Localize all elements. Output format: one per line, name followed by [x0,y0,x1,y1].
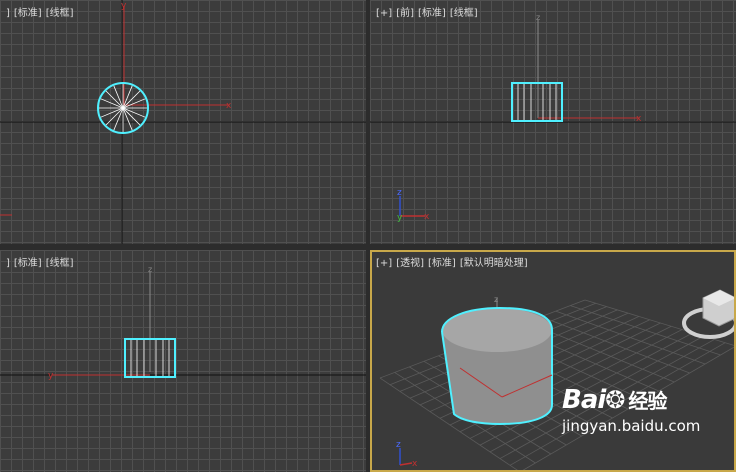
watermark-brand2: 经验 [628,389,667,413]
tripod-x-label: x [424,212,430,222]
top-label-1[interactable]: [标准] [14,8,42,19]
persp-label-3[interactable]: [默认明暗处理] [460,258,528,269]
gizmo-z-label: z [494,295,498,304]
watermark-brand: Bai [562,385,606,415]
persp-label-2[interactable]: [标准] [428,258,456,269]
gizmo-x-label: x [226,101,232,111]
persp-label-1[interactable]: [透视] [396,258,424,269]
gizmo-x-label: x [636,114,642,124]
tripod-y-label: y [397,213,403,223]
watermark-url: jingyan.baidu.com [562,417,701,435]
viewport-perspective-label: [+] [透视] [标准] [默认明暗处理] [376,254,532,269]
top-label-2[interactable]: [线框] [46,8,74,19]
viewport-top-label: ] [标准] [线框] [6,4,78,19]
persp-label-0[interactable]: [+] [376,258,392,269]
tripod-z-label: z [396,440,401,450]
paw-icon: ❂ [605,386,625,414]
gizmo-z-label: z [536,13,540,22]
front-label-0[interactable]: [+] [376,8,392,19]
left-label-1[interactable]: [标准] [14,258,42,269]
left-label-0[interactable]: ] [6,258,10,269]
tripod-x-label: x [412,459,418,469]
front-label-1[interactable]: [前] [396,8,414,19]
cylinder-top-view[interactable] [97,82,149,134]
top-label-0[interactable]: ] [6,8,10,19]
viewcube[interactable] [682,289,736,339]
gizmo-y-label: y [48,371,54,381]
cylinder-perspective[interactable] [441,306,553,426]
viewport-left[interactable]: z y ] [标准] [线框] [0,250,366,472]
axis-tripod: z y x [397,188,430,223]
left-label-2[interactable]: [线框] [46,258,74,269]
viewport-top[interactable]: x y ] [标准] [线框] [0,0,366,244]
viewport-front-label: [+] [前] [标准] [线框] [376,4,482,19]
baidu-watermark: Bai❂ 经验 jingyan.baidu.com [562,385,732,465]
viewport-left-label: ] [标准] [线框] [6,254,78,269]
gizmo-y-label: y [121,1,127,11]
front-label-2[interactable]: [标准] [418,8,446,19]
tripod-z-label: z [397,188,402,198]
gizmo-z-label: z [148,265,152,274]
cylinder-front-view[interactable] [511,82,563,122]
viewport-left-canvas: z y [0,265,366,381]
viewport-perspective[interactable]: z z x [+] [透视] [标准] [默认明暗处理] Bai❂ 经验 jingyan… [370,250,736,472]
axis-tripod: z x [396,440,418,469]
front-label-3[interactable]: [线框] [450,8,478,19]
viewport-top-canvas: x y [0,0,366,244]
viewport-front-canvas: z x z y x [370,13,736,223]
viewport-front[interactable]: z x z y x [+] [前] [标准] [线框] [370,0,736,244]
